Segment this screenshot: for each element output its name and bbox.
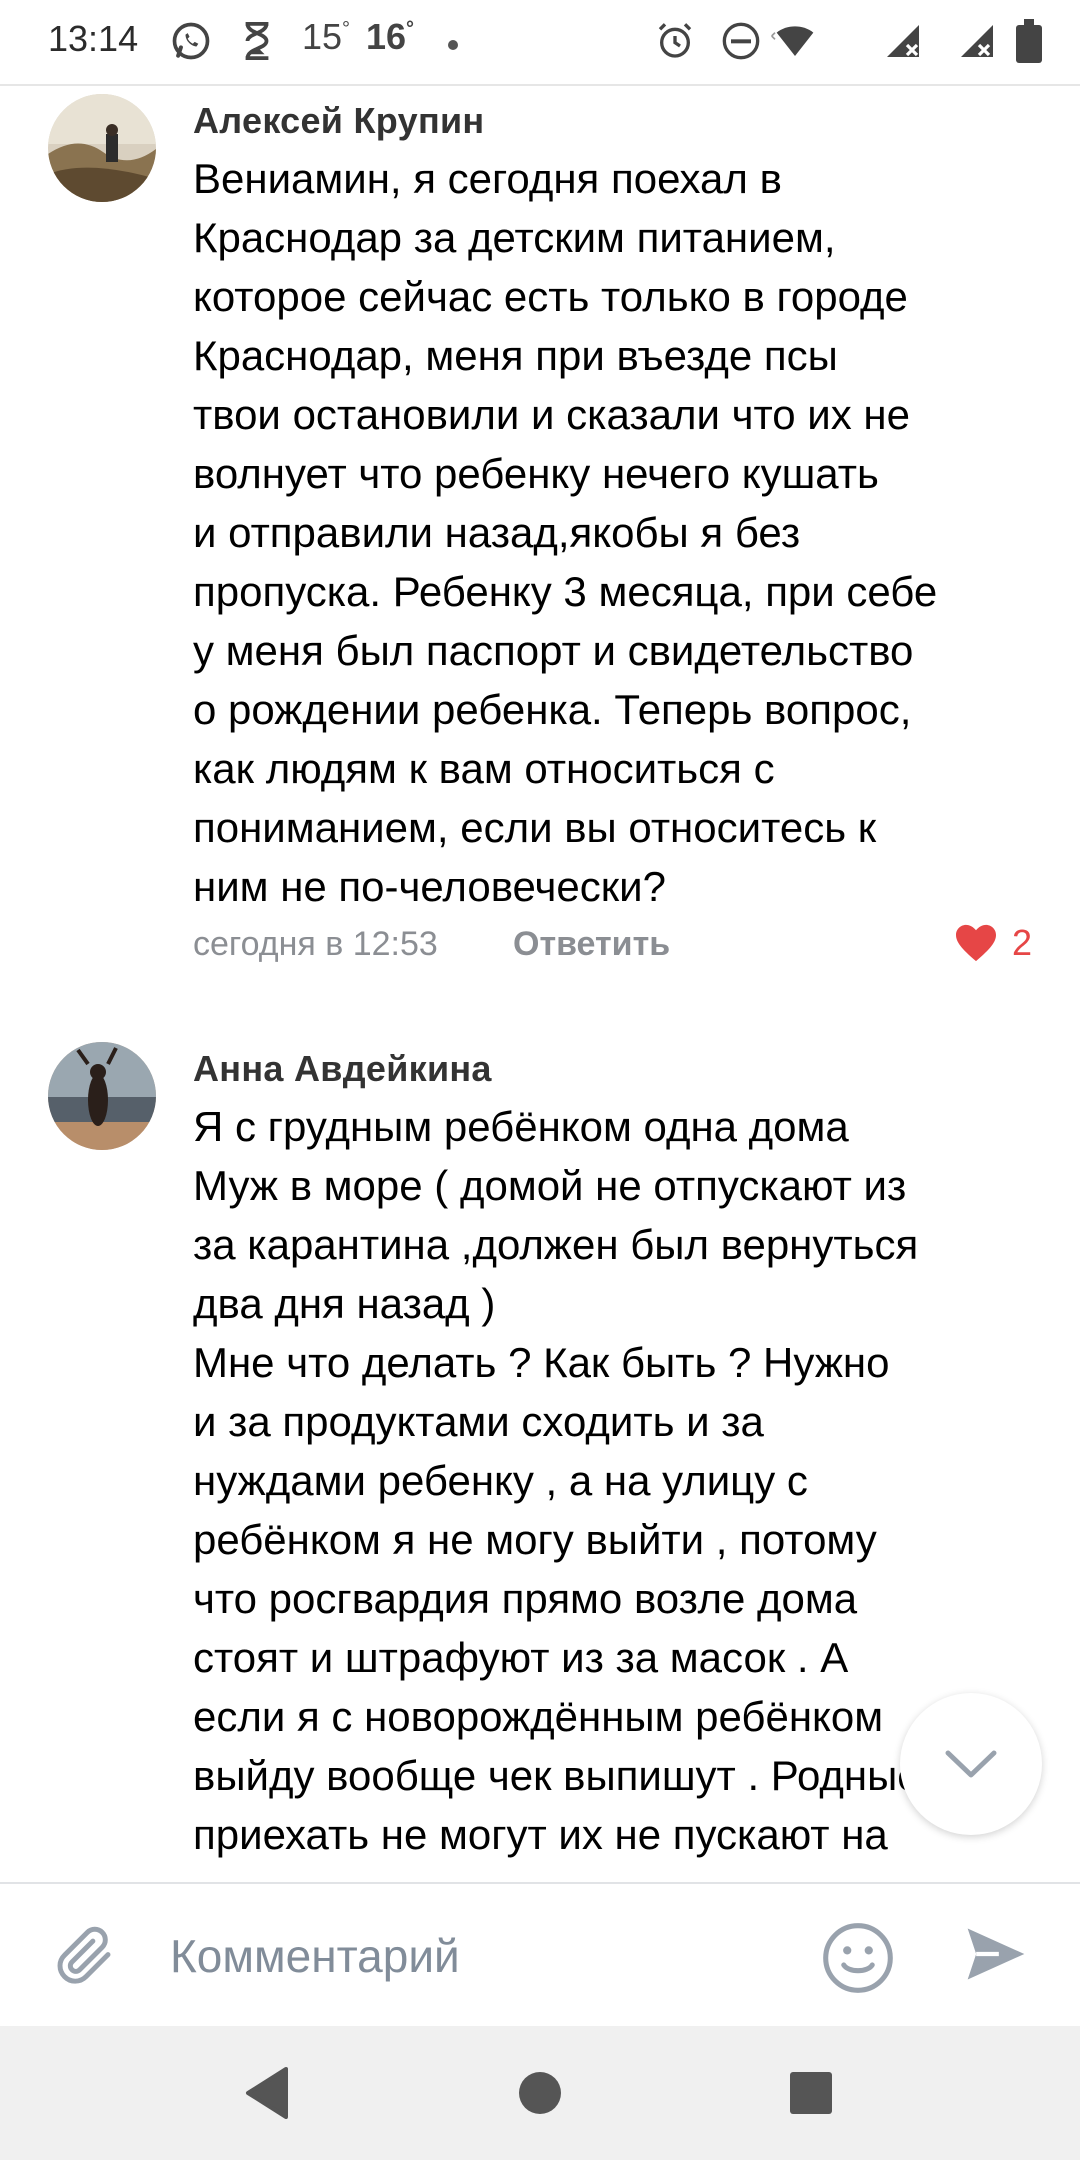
comment-author[interactable]: Анна Авдейкина [193,1048,492,1090]
do-not-disturb-icon [716,16,766,66]
comment-text: Вениамин, я сегодня поехал в Краснодар з… [193,155,938,910]
comment-text: Я с грудным ребёнком одна дома Муж в мор… [193,1103,921,1858]
avatar[interactable] [48,94,156,202]
paperclip-icon [57,1926,111,1984]
back-button[interactable] [228,2054,306,2132]
navigation-bar [0,2026,1080,2160]
attach-button[interactable] [50,1920,122,1992]
hourglass-icon [232,16,282,66]
recents-square-icon [790,2072,832,2114]
like-count: 2 [1011,922,1032,963]
comment-timestamp: сегодня в 12:53 [193,925,438,963]
wifi-icon [770,16,820,66]
home-circle-icon [519,2072,561,2114]
send-button[interactable] [962,1920,1038,1996]
comment-author[interactable]: Алексей Крупин [193,100,484,142]
divider [0,84,1080,86]
status-bar: 13:14 15° 16° [0,0,1080,84]
battery-icon [1004,16,1054,66]
alarm-icon [650,16,700,66]
reply-button[interactable]: Ответить [513,925,670,964]
recents-button[interactable] [772,2054,850,2132]
comment-input[interactable] [170,1914,790,1998]
smile-icon [823,1923,893,1993]
heart-icon [955,924,996,962]
notification-dot [448,40,458,50]
home-button[interactable] [501,2054,579,2132]
whatsapp-icon [166,16,216,66]
avatar[interactable] [48,1042,156,1150]
signal-icon [878,16,928,66]
scroll-down-button[interactable] [900,1693,1042,1835]
comment-input-bar [0,1882,1080,2026]
emoji-button[interactable] [820,1920,896,1996]
signal-icon-2 [952,16,1002,66]
send-icon [967,1928,1025,1980]
temperature-1: 15° [302,16,351,57]
temperature-2: 16° [366,16,415,57]
status-time: 13:14 [48,18,139,59]
chevron-down-icon [945,1750,997,1778]
back-triangle-icon [246,2067,288,2119]
like-button[interactable]: 2 [954,922,1032,964]
